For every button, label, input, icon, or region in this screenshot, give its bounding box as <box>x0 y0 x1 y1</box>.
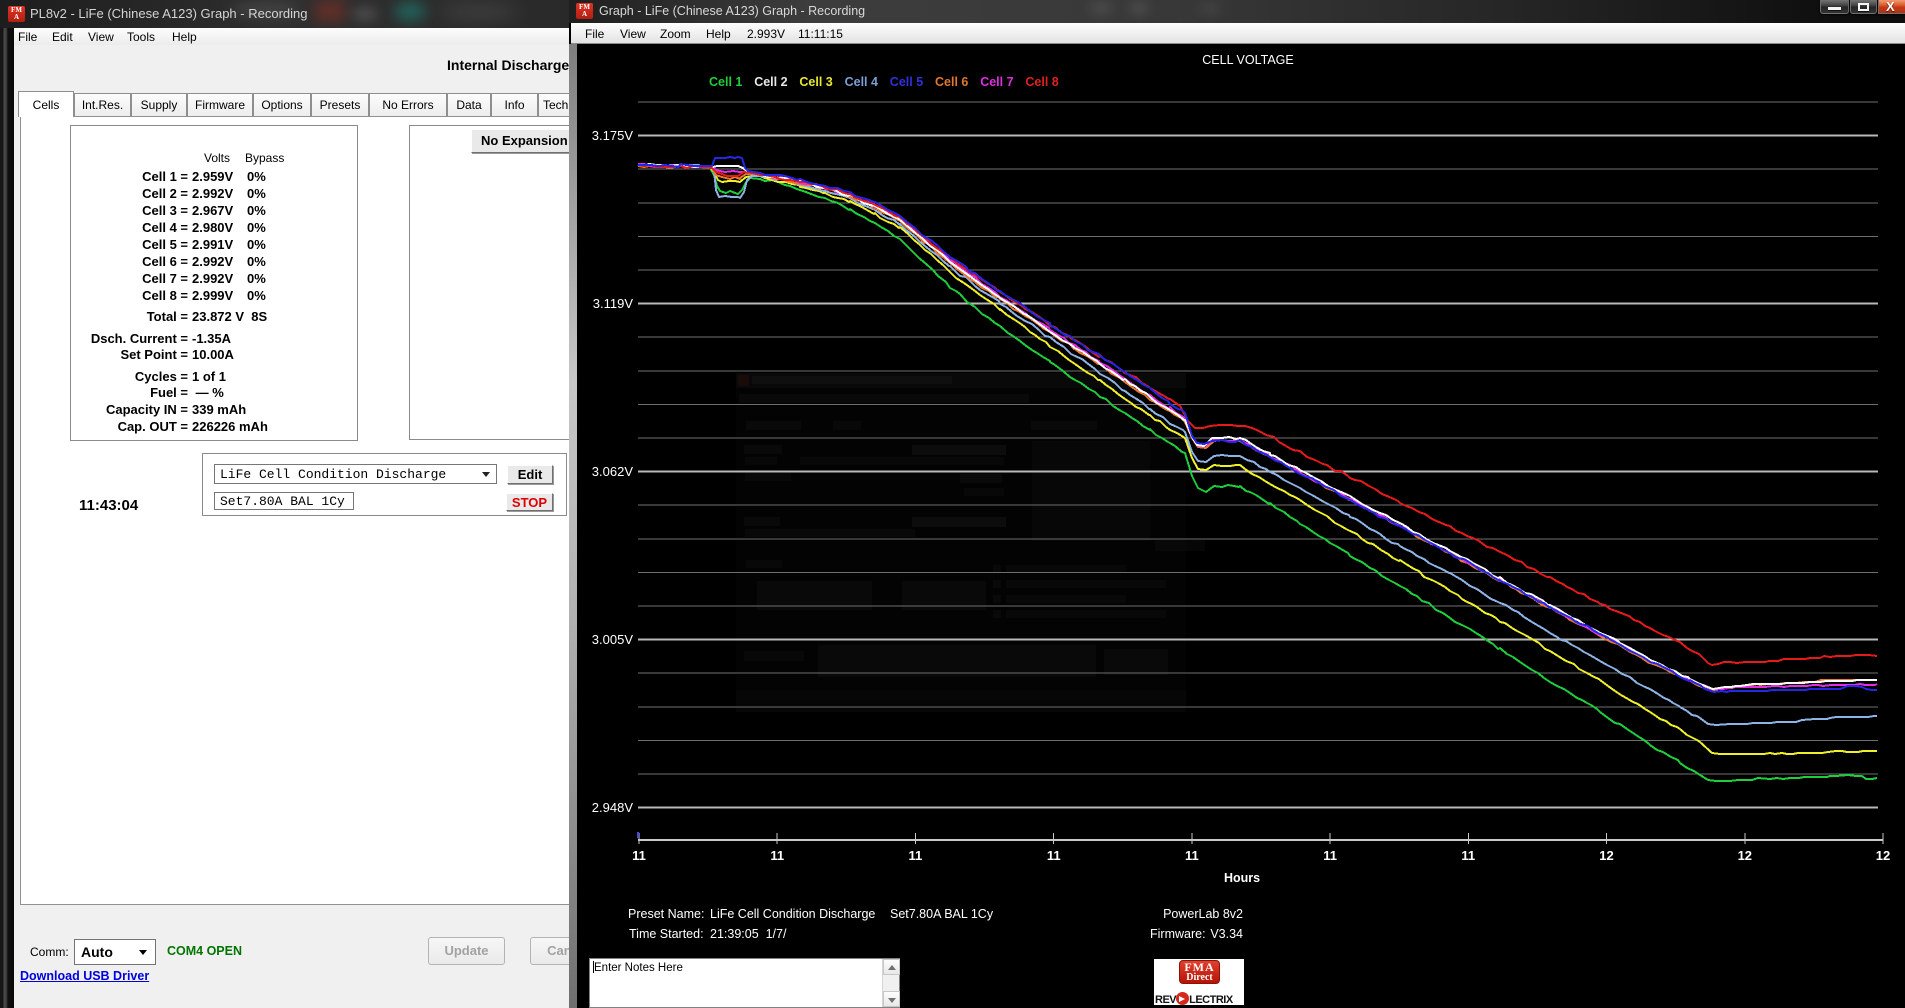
svg-text:LiFe Cell Condition Discharge: LiFe Cell Condition Discharge <box>710 907 875 921</box>
svg-text:11: 11 <box>1185 848 1199 863</box>
svg-text:11: 11 <box>1323 848 1337 863</box>
svg-text:11: 11 <box>909 848 923 863</box>
svg-text:Firmware:: Firmware: <box>1150 927 1206 941</box>
svg-text:12: 12 <box>1876 848 1890 863</box>
svg-text:Cell 1: Cell 1 <box>709 75 742 89</box>
svg-text:3.062V: 3.062V <box>592 464 634 479</box>
svg-text:11: 11 <box>632 848 646 863</box>
svg-text:3.119V: 3.119V <box>593 296 634 311</box>
svg-text:Cell 5: Cell 5 <box>890 75 923 89</box>
svg-text:3.005V: 3.005V <box>592 632 634 647</box>
svg-text:Cell 2: Cell 2 <box>754 75 787 89</box>
svg-text:3.175V: 3.175V <box>592 128 634 143</box>
svg-text:2.948V: 2.948V <box>592 800 634 815</box>
svg-text:Hours: Hours <box>1224 871 1260 885</box>
svg-text:V3.34: V3.34 <box>1210 927 1243 941</box>
svg-text:Cell 6: Cell 6 <box>935 75 968 89</box>
svg-text:CELL VOLTAGE: CELL VOLTAGE <box>1202 53 1293 67</box>
svg-text:Cell 7: Cell 7 <box>980 75 1013 89</box>
svg-text:21:39:05 1/7/: 21:39:05 1/7/ <box>710 927 787 941</box>
svg-text:Set7.80A BAL 1Cy: Set7.80A BAL 1Cy <box>890 907 994 921</box>
svg-text:Cell 4: Cell 4 <box>845 75 878 89</box>
svg-text:12: 12 <box>1599 848 1613 863</box>
svg-text:11: 11 <box>770 848 784 863</box>
svg-text:12: 12 <box>1738 848 1752 863</box>
svg-text:Preset Name:: Preset Name: <box>628 907 704 921</box>
svg-text:PowerLab 8v2: PowerLab 8v2 <box>1163 907 1243 921</box>
svg-text:Cell 3: Cell 3 <box>799 75 832 89</box>
svg-text:11: 11 <box>1461 848 1475 863</box>
svg-text:Time Started:: Time Started: <box>629 927 704 941</box>
svg-text:Cell 8: Cell 8 <box>1025 75 1058 89</box>
svg-text:11: 11 <box>1047 848 1061 863</box>
